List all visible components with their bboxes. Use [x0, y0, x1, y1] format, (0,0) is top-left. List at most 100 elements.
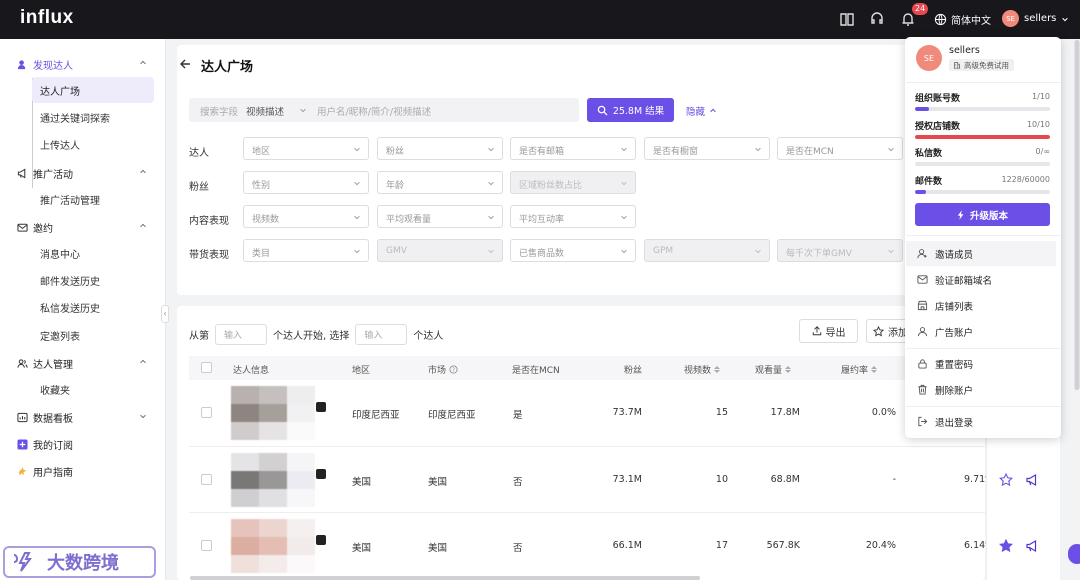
menu-item-invite-member[interactable]: 邀请成员: [906, 241, 1056, 266]
sidebar-collapse-handle[interactable]: ‹: [161, 305, 169, 323]
influencer-thumbnail[interactable]: [231, 386, 315, 440]
language-switcher[interactable]: 简体中文: [934, 12, 991, 27]
sidebar-group-guide[interactable]: 用户指南: [0, 458, 166, 484]
sidebar-item-influencer-square[interactable]: 达人广场: [32, 77, 154, 103]
chevron-down-icon: [488, 147, 494, 152]
column-header-mcn: 是否在MCN: [512, 366, 560, 376]
language-label: 简体中文: [951, 16, 991, 27]
filter-select-content-0[interactable]: 视频数: [243, 205, 369, 228]
column-header-followers[interactable]: 粉丝: [624, 363, 642, 376]
cell-followers: 73.7M: [612, 407, 642, 418]
sidebar-item-invite-list[interactable]: 定邀列表: [32, 322, 154, 348]
search-button[interactable]: 25.8M 结果: [587, 98, 674, 122]
back-arrow-icon[interactable]: [179, 57, 191, 71]
menu-item-verify-domain[interactable]: 验证邮箱域名: [906, 267, 1056, 292]
sidebar-group-manage[interactable]: 达人管理: [0, 350, 166, 376]
row-checkbox[interactable]: [201, 474, 212, 485]
filter-select-label: 类目: [252, 249, 271, 259]
sidebar-group-invite[interactable]: 邀约: [0, 214, 166, 240]
sidebar-group-discover[interactable]: 发现达人: [0, 51, 166, 77]
menu-item-delete-account[interactable]: 删除账户: [906, 377, 1056, 402]
sidebar-item-message-center[interactable]: 消息中心: [32, 240, 154, 266]
filter-select-followers-0[interactable]: 性别: [243, 171, 369, 194]
sidebar-item-keyword-explore[interactable]: 通过关键词探索: [32, 104, 154, 130]
filter-select-influencer-4[interactable]: 是否在MCN: [777, 137, 903, 160]
filter-row-label: 内容表现: [189, 216, 229, 227]
column-header-views[interactable]: 观看量: [755, 363, 792, 376]
export-button[interactable]: 导出: [799, 319, 858, 343]
page-title: 达人广场: [201, 60, 254, 75]
usage-progress-bar: [915, 190, 1050, 194]
menu-item-label: 广告账户: [935, 327, 974, 339]
search-field-select[interactable]: 视频描述: [246, 104, 284, 118]
menu-item-store-list[interactable]: 店铺列表: [906, 293, 1056, 318]
filter-select-influencer-0[interactable]: 地区: [243, 137, 369, 160]
building-icon: [953, 62, 961, 69]
search-bar[interactable]: 搜索字段 视频描述 用户名/昵称/简介/视频描述: [189, 98, 579, 122]
book-icon[interactable]: [837, 9, 857, 29]
cell-fulfillment: 0.0%: [871, 407, 896, 418]
filter-select-commerce-0[interactable]: 类目: [243, 239, 369, 262]
influencer-thumbnail[interactable]: [231, 519, 315, 573]
column-header-fulfillment[interactable]: 履约率: [841, 363, 878, 376]
filter-select-label: 是否有橱窗: [653, 147, 699, 157]
lightning-icon: [957, 209, 964, 220]
usage-stat-value: 0/∞: [1035, 147, 1050, 156]
from-label: 从第: [189, 331, 209, 342]
row-checkbox[interactable]: [201, 407, 212, 418]
menu-item-label: 邀请成员: [935, 249, 974, 261]
sidebar-item-dm-history[interactable]: 私信发送历史: [32, 294, 154, 320]
filter-select-label: 地区: [252, 147, 271, 157]
influencer-thumbnail[interactable]: [231, 453, 315, 507]
floating-help-button[interactable]: [1068, 544, 1080, 564]
count-input[interactable]: 输入: [355, 324, 408, 345]
filter-select-influencer-1[interactable]: 粉丝: [377, 137, 503, 160]
column-header-videos[interactable]: 视频数: [684, 363, 721, 376]
filter-select-influencer-3[interactable]: 是否有橱窗: [644, 137, 770, 160]
avatar: SE: [1002, 10, 1019, 27]
filter-select-label: 粉丝: [386, 147, 405, 157]
favorite-star-icon[interactable]: [999, 539, 1013, 553]
sidebar-group-campaign[interactable]: 推广活动: [0, 160, 166, 186]
sidebar-group-label: 我的订阅: [33, 440, 73, 452]
row-checkbox[interactable]: [201, 540, 212, 551]
search-input[interactable]: 用户名/昵称/简介/视频描述: [317, 104, 431, 118]
favorite-star-icon[interactable]: [999, 473, 1013, 487]
upgrade-button[interactable]: 升级版本: [915, 203, 1050, 226]
sidebar-group-label: 推广活动: [33, 169, 73, 181]
menu-item-ad-account[interactable]: 广告账户: [906, 319, 1056, 344]
filter-select-content-2[interactable]: 平均互动率: [510, 205, 636, 228]
chevron-up-icon: [140, 60, 146, 65]
sidebar-item-favorites[interactable]: 收藏夹: [32, 376, 154, 402]
start-index-input[interactable]: 输入: [215, 324, 267, 345]
cell-region: 印度尼西亚: [352, 410, 400, 421]
usage-progress-bar: [915, 162, 1050, 166]
filter-select-followers-1[interactable]: 年龄: [377, 171, 503, 194]
cell-views: 567.8K: [766, 540, 800, 551]
column-header-market[interactable]: 市场 ?: [428, 363, 458, 376]
invite-megaphone-icon[interactable]: [1025, 539, 1039, 553]
app-logo[interactable]: influx: [20, 7, 74, 29]
user-menu-trigger[interactable]: SE sellers: [1002, 10, 1069, 27]
sidebar-item-campaign-manage[interactable]: 推广活动管理: [32, 186, 154, 212]
filter-select-influencer-2[interactable]: 是否有邮箱: [510, 137, 636, 160]
horizontal-scrollbar[interactable]: [190, 576, 700, 580]
sort-icon: [714, 366, 721, 373]
sidebar-group-dashboard[interactable]: 数据看板: [0, 404, 166, 430]
select-all-checkbox[interactable]: [201, 362, 212, 373]
sidebar-item-upload-influencer[interactable]: 上传达人: [32, 131, 154, 157]
trash-icon: [918, 384, 927, 395]
headset-icon[interactable]: [867, 9, 887, 29]
vertical-scrollbar[interactable]: [1075, 40, 1079, 390]
menu-item-reset-password[interactable]: 重置密码: [906, 351, 1056, 376]
sidebar-item-email-history[interactable]: 邮件发送历史: [32, 267, 154, 293]
filter-select-commerce-2[interactable]: 已售商品数: [510, 239, 636, 262]
filter-select-content-1[interactable]: 平均观看量: [377, 205, 503, 228]
hide-filters-toggle[interactable]: 隐藏: [686, 104, 717, 118]
row-divider: [189, 446, 985, 447]
menu-item-logout[interactable]: 退出登录: [906, 409, 1056, 434]
invite-megaphone-icon[interactable]: [1025, 473, 1039, 487]
usage-progress-fill: [915, 135, 1050, 139]
sidebar-group-subscription[interactable]: 我的订阅: [0, 431, 166, 457]
filter-select-label: 每千次下单GMV: [786, 249, 852, 259]
